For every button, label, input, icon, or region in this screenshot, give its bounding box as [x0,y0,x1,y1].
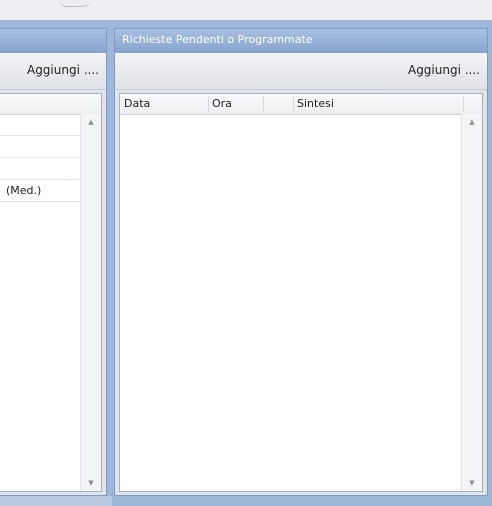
scroll-up-icon[interactable]: ▲ [462,118,482,126]
table-row[interactable] [0,158,81,180]
table-row[interactable]: (Med.) [0,180,81,202]
left-grid: (Med.) ▲ ▼ [0,93,102,492]
left-panel-bottom-edge [0,496,112,506]
table-row[interactable] [0,114,81,136]
right-panel-toolbar: Aggiungi .... [115,53,487,90]
column-separator[interactable] [463,96,464,112]
row-cell: (Med.) [6,184,42,197]
column-header-blank[interactable] [263,94,293,114]
window-top-strip [0,0,492,20]
requests-grid: Data Ora Sintesi ▲ ▼ [119,93,483,492]
table-row[interactable] [0,136,81,158]
left-add-button[interactable]: Aggiungi .... [27,63,99,77]
left-panel: Aggiungi .... (Med.) ▲ ▼ [0,28,107,496]
right-panel-header: Richieste Pendenti o Programmate [115,29,487,53]
right-panel: Richieste Pendenti o Programmate Aggiung… [114,28,488,496]
left-panel-header [0,29,106,53]
column-header-ora[interactable]: Ora [208,94,263,114]
scroll-down-icon[interactable]: ▼ [462,479,482,487]
requests-grid-header: Data Ora Sintesi [120,94,482,115]
right-scrollbar[interactable]: ▲ ▼ [461,114,482,491]
scroll-up-icon[interactable]: ▲ [81,118,101,126]
tab-curve [60,0,90,7]
column-header-data[interactable]: Data [120,94,208,114]
scroll-down-icon[interactable]: ▼ [81,479,101,487]
right-panel-title: Richieste Pendenti o Programmate [122,33,313,46]
column-header-sintesi[interactable]: Sintesi [293,94,443,114]
right-add-button[interactable]: Aggiungi .... [408,63,480,77]
left-grid-header [0,94,101,115]
left-panel-toolbar: Aggiungi .... [0,53,106,90]
left-scrollbar[interactable]: ▲ ▼ [80,114,101,491]
